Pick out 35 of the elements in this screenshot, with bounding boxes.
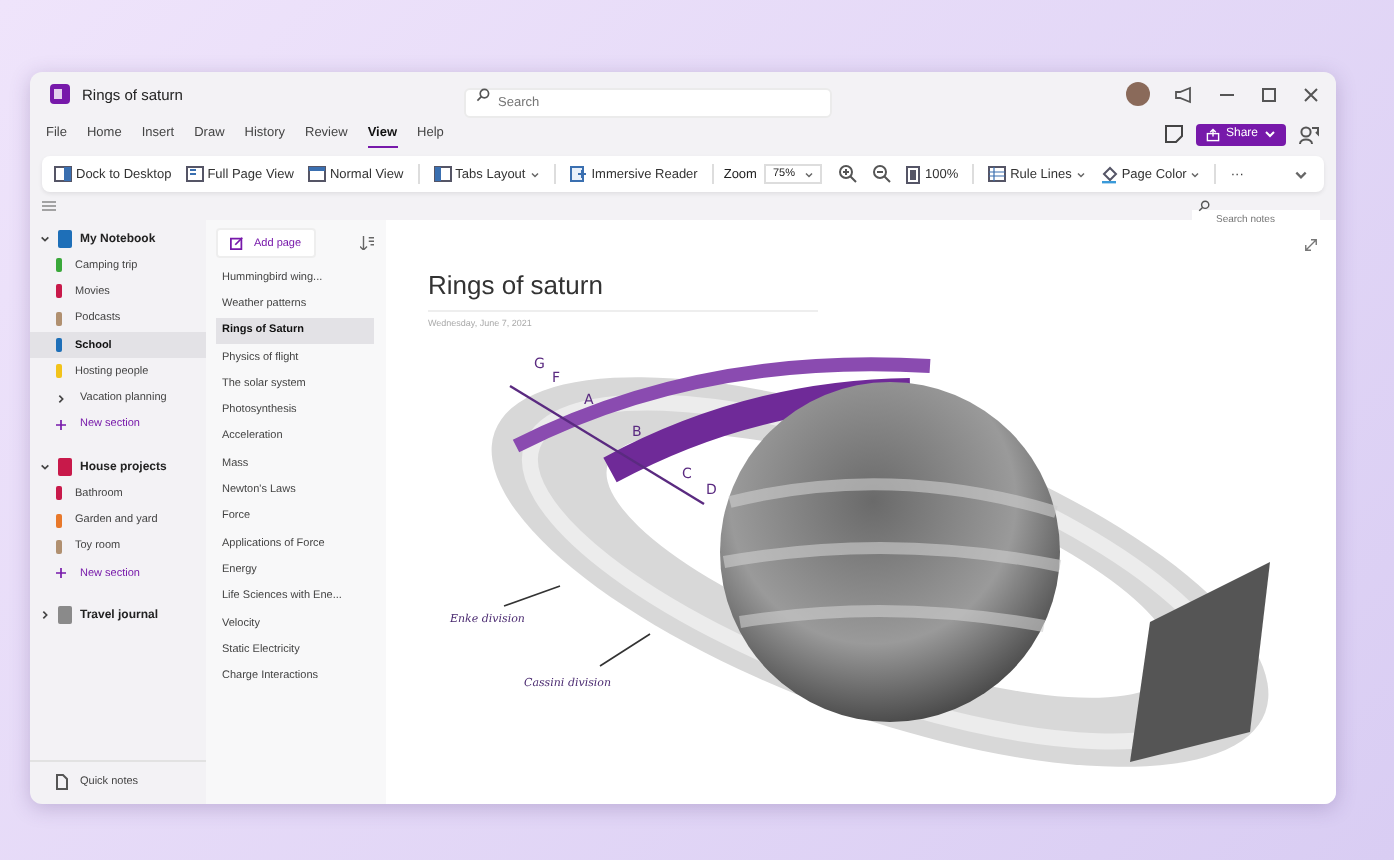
zoom-in-icon[interactable] — [838, 164, 859, 184]
expand-icon[interactable] — [1304, 238, 1318, 252]
dock-icon — [54, 166, 72, 182]
chevron-down-icon[interactable] — [1294, 169, 1308, 179]
chevron-icon — [56, 393, 66, 404]
immersive-reader-icon — [569, 166, 588, 182]
full-page-icon — [185, 166, 204, 182]
avatar[interactable] — [1126, 82, 1150, 106]
caret-icon — [1264, 130, 1276, 138]
app-icon — [50, 84, 70, 104]
normal-view-icon — [307, 166, 326, 182]
plus-icon — [56, 419, 66, 430]
sticky-note-icon[interactable] — [1163, 124, 1184, 144]
chevron-icon[interactable] — [40, 234, 50, 244]
zoom-out-icon[interactable] — [872, 164, 893, 184]
megaphone-icon[interactable] — [1174, 85, 1194, 103]
sort-icon[interactable] — [360, 236, 374, 250]
chevron-icon[interactable] — [40, 610, 50, 621]
search-icon — [1198, 200, 1210, 212]
share-icon — [1205, 127, 1220, 141]
page-icon — [906, 165, 921, 183]
page-title: Rings of saturn — [428, 270, 818, 312]
leader-line — [503, 585, 561, 607]
person-feedback-icon[interactable] — [1298, 123, 1320, 145]
leader-line — [599, 633, 651, 667]
add-page-icon — [230, 236, 244, 250]
rule-lines-icon — [988, 166, 1007, 182]
note-icon — [56, 774, 68, 790]
plus-icon — [56, 568, 66, 579]
chevron-icon[interactable] — [40, 462, 50, 473]
tabs-layout-icon — [433, 166, 452, 182]
maximize-icon[interactable] — [1260, 85, 1278, 103]
close-icon[interactable] — [1302, 85, 1320, 103]
paint-bucket-icon — [1099, 165, 1118, 183]
search-icon — [476, 87, 490, 101]
